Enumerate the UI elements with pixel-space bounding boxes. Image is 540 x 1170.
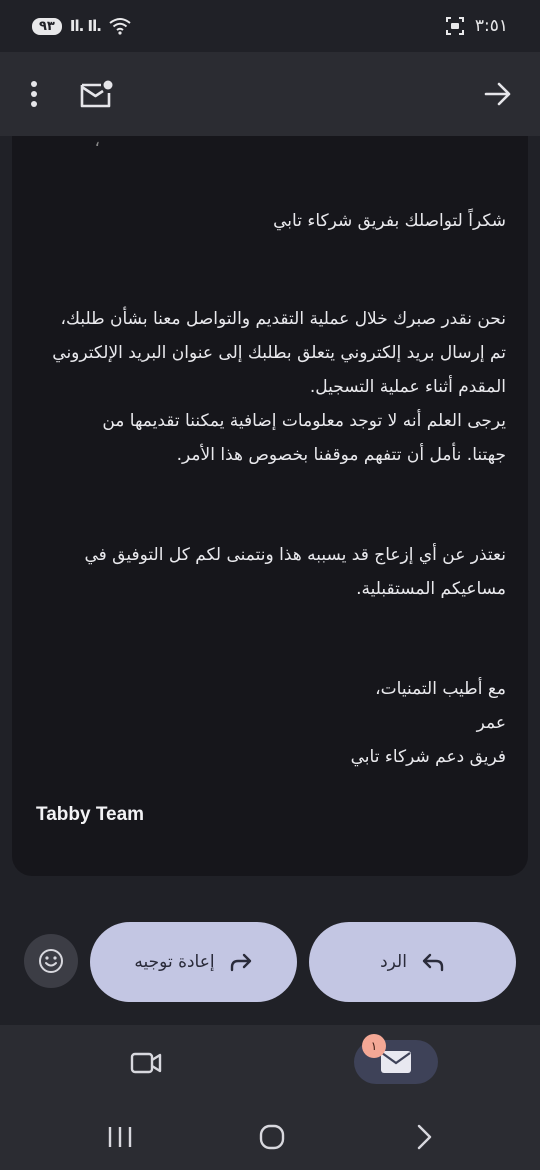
forward-button[interactable]: إعادة توجيه xyxy=(90,922,297,1002)
more-vert-icon[interactable] xyxy=(10,70,58,118)
signature-en: Tabby Team xyxy=(36,804,145,825)
status-bar: ٩٣ Il. Il. ٣:٥١ xyxy=(0,0,540,52)
mail-icon xyxy=(381,1051,411,1073)
wifi-icon xyxy=(109,18,131,35)
battery-indicator: ٩٣ xyxy=(32,17,62,35)
text-line: نحن نقدر صبرك خلال عملية التقديم والتواص… xyxy=(60,309,507,329)
email-greeting: شكراً لتواصلك بفريق شركاء تابي xyxy=(273,211,506,231)
email-paragraph-1: نحن نقدر صبرك خلال عملية التقديم والتواص… xyxy=(34,302,506,472)
arrow-right-icon[interactable] xyxy=(474,70,522,118)
team-name: فريق دعم شركاء تابي xyxy=(350,747,506,767)
mail-unread-icon[interactable] xyxy=(72,70,120,118)
system-nav-bar xyxy=(0,1105,540,1170)
text-line: تم إرسال بريد إلكتروني يتعلق بطلبك إلى ع… xyxy=(52,343,506,363)
email-actions: الرد إعادة توجيه xyxy=(0,922,540,1002)
mail-tab[interactable]: ١ xyxy=(354,1034,438,1084)
reply-button[interactable]: الرد xyxy=(309,922,516,1002)
forward-icon xyxy=(230,953,251,972)
status-right: ٣:٥١ xyxy=(445,16,508,36)
status-left: ٩٣ Il. Il. xyxy=(32,17,131,35)
mail-badge: ١ xyxy=(362,1034,386,1058)
partial-line: ، xyxy=(94,131,101,151)
text-line: نعتذر عن أي إزعاج قد يسببه هذا ونتمنى لك… xyxy=(84,545,506,565)
text-line: مساعيكم المستقبلية. xyxy=(356,579,506,599)
email-paragraph-2: نعتذر عن أي إزعاج قد يسببه هذا ونتمنى لك… xyxy=(34,538,506,606)
reply-label: الرد xyxy=(380,952,407,972)
video-icon[interactable] xyxy=(124,1043,168,1083)
email-body: ، شكراً لتواصلك بفريق شركاء تابي نحن نقد… xyxy=(12,131,528,876)
text-line: يرجى العلم أنه لا توجد معلومات إضافية يم… xyxy=(102,411,506,431)
email-closing: مع أطيب التمنيات، عمر فريق دعم شركاء تاب… xyxy=(34,672,506,774)
text-line: المقدم أثناء عملية التسجيل. xyxy=(309,377,506,397)
back-icon[interactable] xyxy=(404,1119,444,1155)
forward-label: إعادة توجيه xyxy=(134,952,215,972)
home-icon[interactable] xyxy=(252,1119,292,1155)
emoji-smile-icon xyxy=(39,949,63,973)
text-line: جهتنا. نأمل أن تتفهم موقفنا بخصوص هذا ال… xyxy=(176,445,506,465)
emoji-reaction-button[interactable] xyxy=(24,934,78,988)
screen-record-icon xyxy=(445,17,464,35)
reply-icon xyxy=(422,953,444,972)
signal-icon: Il. Il. xyxy=(69,17,102,35)
bottom-nav: ١ xyxy=(0,1025,540,1105)
status-time: ٣:٥١ xyxy=(474,16,508,36)
email-card: ، شكراً لتواصلك بفريق شركاء تابي نحن نقد… xyxy=(12,131,528,876)
recent-apps-icon[interactable] xyxy=(100,1119,140,1155)
sender-name: عمر xyxy=(476,713,506,733)
closing-line: مع أطيب التمنيات، xyxy=(375,679,506,699)
